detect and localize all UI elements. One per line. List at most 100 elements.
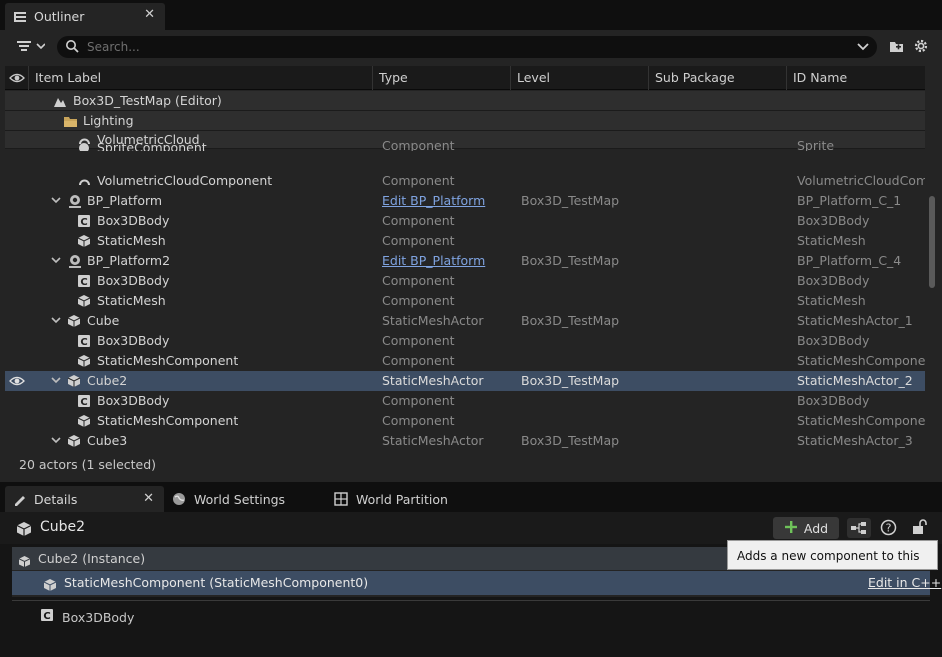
row-type: Component	[382, 353, 455, 368]
details-tab-bar: Details ✕ World Settings World Partition	[0, 482, 942, 512]
row-id-name: Box3DBody	[797, 273, 870, 288]
row-label: Box3DBody	[97, 393, 170, 408]
table-row[interactable]: C Box3DBody Component Box3DBody	[5, 271, 925, 291]
pinned-label: Box3D_TestMap (Editor)	[73, 93, 222, 108]
column-type[interactable]: Type	[373, 66, 511, 90]
row-id-name: VolumetricCloudCompo	[797, 173, 925, 188]
expander-chevron-icon[interactable]	[51, 311, 61, 331]
column-id-name[interactable]: ID Name	[787, 66, 925, 90]
table-row[interactable]: StaticMesh Component StaticMesh	[5, 231, 925, 251]
outliner-column-header: Item Label Type Level Sub Package ID Nam…	[5, 66, 925, 90]
visibility-header-icon[interactable]	[5, 66, 29, 90]
settings-gear-icon[interactable]	[913, 38, 929, 57]
tab-world-partition[interactable]: World Partition	[334, 486, 448, 512]
row-id-name: StaticMesh	[797, 233, 866, 248]
help-icon[interactable]: ?	[880, 519, 897, 539]
row-id-name: BP_Platform_C_4	[797, 253, 902, 268]
mesh-icon	[77, 294, 91, 308]
tab-details[interactable]: Details ✕	[5, 486, 164, 512]
table-row[interactable]: C Box3DBody Component Box3DBody	[5, 391, 925, 411]
folder-icon	[63, 114, 77, 128]
expander-chevron-icon[interactable]	[51, 371, 61, 391]
details-icon	[13, 492, 27, 506]
table-row[interactable]: C Box3DBody Component Box3DBody	[5, 211, 925, 231]
selected-component-label: StaticMeshComponent (StaticMeshComponent…	[64, 575, 369, 590]
table-row[interactable]: Cube2 StaticMeshActor Box3D_TestMap StaticM…	[5, 371, 925, 391]
table-row[interactable]: StaticMesh Component StaticMesh	[5, 291, 925, 311]
table-row[interactable]: C Box3DBody Component Box3DBody	[5, 331, 925, 351]
row-label: SpriteComponent	[97, 141, 207, 151]
row-label: StaticMesh	[97, 293, 166, 308]
edit-blueprint-link[interactable]: Edit BP_Platform	[382, 191, 512, 211]
pinned-label: Lighting	[83, 113, 134, 128]
chevron-down-icon[interactable]	[857, 41, 869, 56]
filter-icon[interactable]	[17, 39, 46, 56]
close-icon[interactable]: ✕	[144, 7, 155, 22]
table-row[interactable]: StaticMeshComponent Component StaticMeshCo…	[5, 351, 925, 371]
add-button-label: Add	[803, 520, 829, 536]
row-label: BP_Platform	[87, 193, 163, 208]
divider	[12, 600, 930, 601]
pinned-row-folder[interactable]: Lighting	[5, 111, 925, 131]
instance-label: Cube2 (Instance)	[38, 551, 146, 566]
row-label: StaticMeshComponent	[97, 413, 239, 428]
mesh-icon	[43, 576, 57, 600]
edit-blueprint-link[interactable]: Edit BP_Platform	[382, 251, 512, 271]
edit-in-cpp-link[interactable]: Edit in C++	[868, 571, 941, 595]
expander-chevron-icon[interactable]	[51, 431, 61, 448]
column-item-label[interactable]: Item Label	[29, 66, 373, 90]
table-row[interactable]: SpriteComponent Component Sprite	[5, 141, 925, 151]
pinned-row-map[interactable]: Box3D_TestMap (Editor)	[5, 91, 925, 111]
row-type: Component	[382, 213, 455, 228]
table-row[interactable]: StaticMeshComponent Component StaticMeshCo…	[5, 411, 925, 431]
row-id-name: Box3DBody	[797, 213, 870, 228]
column-sub-package[interactable]: Sub Package	[649, 66, 787, 90]
expander-chevron-icon[interactable]	[51, 191, 61, 211]
row-label: Box3DBody	[97, 213, 170, 228]
expander-chevron-icon[interactable]	[51, 251, 61, 271]
actor-icon	[67, 254, 81, 268]
search-input[interactable]: Search...	[57, 36, 877, 58]
component-row-box3dbody[interactable]: C Box3DBody	[40, 607, 134, 629]
row-level: Box3D_TestMap	[521, 433, 620, 448]
component-label: Box3DBody	[62, 610, 135, 625]
row-id-name: Box3DBody	[797, 333, 870, 348]
row-label: BP_Platform2	[87, 253, 171, 268]
svg-text:?: ?	[886, 522, 892, 535]
lock-icon[interactable]	[911, 519, 927, 538]
cpp-class-icon: C	[40, 607, 54, 629]
table-row[interactable]: Cube StaticMeshActor Box3D_TestMap StaticMe…	[5, 311, 925, 331]
selected-component-row[interactable]: StaticMeshComponent (StaticMeshComponent…	[12, 571, 930, 595]
add-component-button[interactable]: Add	[773, 517, 839, 539]
row-label: StaticMesh	[97, 233, 166, 248]
svg-text:C: C	[80, 277, 87, 288]
column-level[interactable]: Level	[511, 66, 649, 90]
tab-details-label: Details	[34, 491, 78, 507]
grid-icon	[334, 492, 348, 506]
row-level: Box3D_TestMap	[521, 313, 620, 328]
outliner-tree: Box3D_TestMap (Editor) Lighting Volumetr…	[5, 91, 925, 448]
mesh-icon	[67, 434, 81, 448]
search-icon	[65, 39, 79, 56]
svg-text:C: C	[80, 337, 87, 348]
table-row[interactable]: BP_Platform2 Edit BP_Platform Box3D_TestMa…	[5, 251, 925, 271]
outliner-tab-bar: Outliner ✕	[0, 0, 942, 30]
row-label: Cube2	[87, 373, 128, 388]
cpp-class-icon: C	[77, 334, 91, 348]
row-type: Component	[382, 273, 455, 288]
add-folder-icon[interactable]	[889, 39, 904, 56]
outliner-scrollbar[interactable]	[929, 196, 935, 288]
row-id-name: BP_Platform_C_1	[797, 193, 902, 208]
row-id-name: StaticMeshComponent	[797, 353, 925, 368]
tab-outliner[interactable]: Outliner ✕	[5, 3, 165, 30]
table-row[interactable]: BP_Platform Edit BP_Platform Box3D_TestMap…	[5, 191, 925, 211]
tab-world-settings[interactable]: World Settings	[172, 486, 285, 512]
close-icon[interactable]: ✕	[143, 491, 154, 506]
cpp-class-icon: C	[77, 274, 91, 288]
instance-row[interactable]: Cube2 (Instance)	[12, 547, 727, 570]
mesh-icon	[77, 414, 91, 428]
table-row[interactable]: Cube3 StaticMeshActor Box3D_TestMap StaticM…	[5, 431, 925, 448]
outliner-icon	[13, 10, 27, 24]
table-row[interactable]: VolumetricCloudComponent Component Volumet…	[5, 171, 925, 191]
hierarchy-icon[interactable]	[847, 518, 871, 538]
